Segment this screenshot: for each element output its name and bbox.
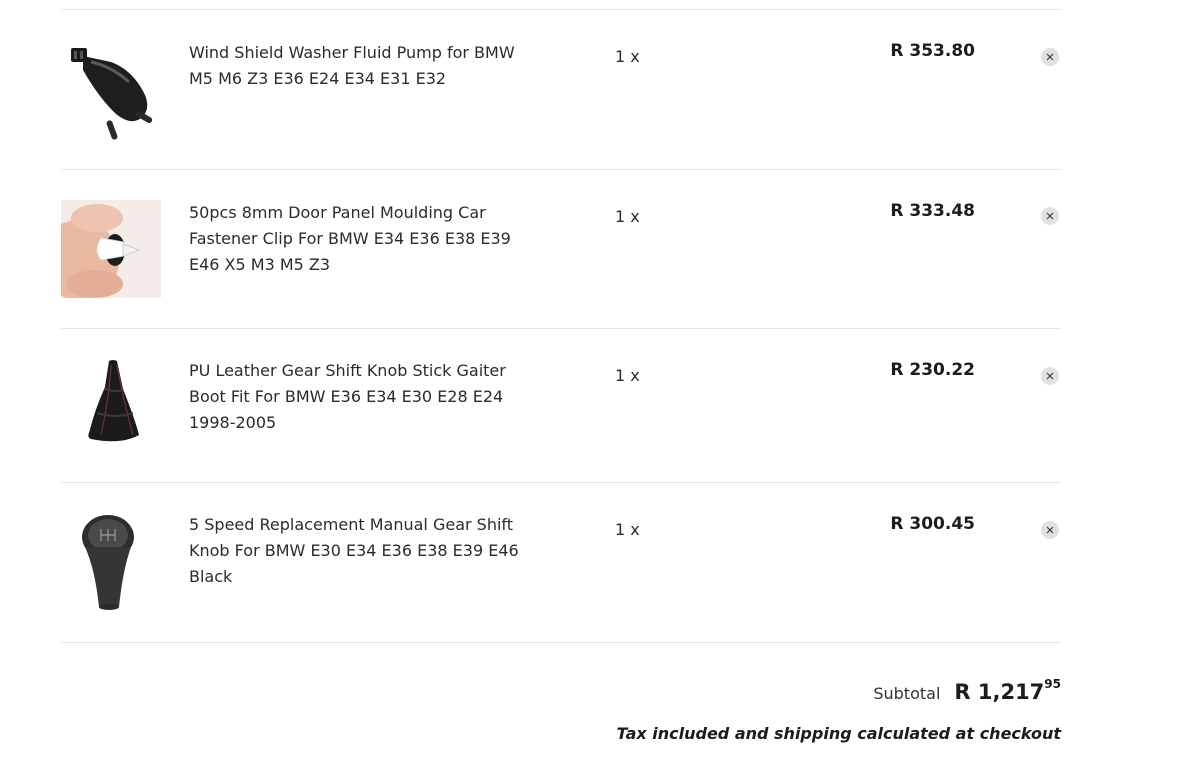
cart-item-quantity: 1 x (615, 47, 640, 66)
cart-item-quantity: 1 x (615, 520, 640, 539)
washer-pump-product-image[interactable] (61, 40, 161, 140)
cart-item-price: R 333.48 (890, 201, 975, 221)
gear-knob-product-image[interactable] (61, 511, 161, 611)
remove-item-button[interactable] (1041, 521, 1059, 539)
remove-item-button[interactable] (1041, 207, 1059, 225)
remove-item-button[interactable] (1041, 48, 1059, 66)
close-icon (1046, 212, 1054, 220)
cart-item-row: Wind Shield Washer Fluid Pump for BMW M5… (61, 10, 1061, 170)
cart-item-price: R 300.45 (890, 514, 975, 534)
cart-item-row: PU Leather Gear Shift Knob Stick Gaiter … (61, 329, 1061, 483)
close-icon (1046, 372, 1054, 380)
cart-item-title[interactable]: PU Leather Gear Shift Knob Stick Gaiter … (189, 358, 539, 436)
close-icon (1046, 526, 1054, 534)
cart-item-row: 5 Speed Replacement Manual Gear Shift Kn… (61, 483, 1061, 643)
cart-item-quantity: 1 x (615, 207, 640, 226)
cart-item-price: R 230.22 (890, 360, 975, 380)
cart-item-quantity: 1 x (615, 366, 640, 385)
cart-subtotal: Subtotal R 1,21795 (873, 677, 1061, 704)
cart-item-title[interactable]: 50pcs 8mm Door Panel Moulding Car Fasten… (189, 200, 539, 278)
close-icon (1046, 53, 1054, 61)
cart-item-title[interactable]: Wind Shield Washer Fluid Pump for BMW M5… (189, 40, 539, 92)
cart-item-price: R 353.80 (890, 41, 975, 61)
gaiter-boot-product-image[interactable] (61, 349, 161, 449)
remove-item-button[interactable] (1041, 367, 1059, 385)
subtotal-amount: R 1,21795 (954, 677, 1061, 704)
tax-shipping-note: Tax included and shipping calculated at … (616, 724, 1061, 743)
subtotal-label: Subtotal (873, 684, 941, 703)
cart-item-row: 50pcs 8mm Door Panel Moulding Car Fasten… (61, 170, 1061, 329)
subtotal-main: R 1,217 (954, 680, 1045, 704)
cart-item-title[interactable]: 5 Speed Replacement Manual Gear Shift Kn… (189, 512, 539, 590)
subtotal-cents: 95 (1044, 677, 1061, 691)
fastener-clip-product-image[interactable] (61, 200, 161, 298)
